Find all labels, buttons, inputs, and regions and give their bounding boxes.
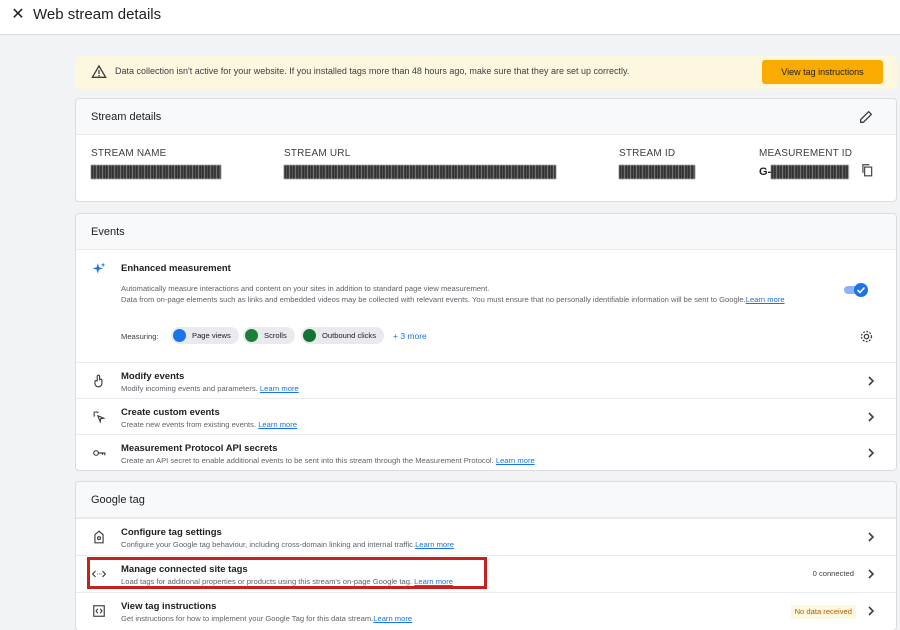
chip-label: Scrolls [264, 331, 287, 340]
top-bar: ✕ Web stream details [0, 0, 900, 35]
create-custom-events-row[interactable]: Create custom events Create new events f… [76, 398, 896, 434]
enhanced-measurement-row: Enhanced measurement Automatically measu… [76, 250, 896, 362]
redacted-value [284, 165, 556, 179]
desc-text: Load tags for additional properties or p… [121, 577, 413, 586]
redacted-value [91, 165, 221, 179]
copy-icon[interactable] [860, 163, 874, 177]
row-title: Enhanced measurement [121, 263, 231, 274]
stream-id-field: STREAM ID [619, 148, 695, 179]
row-desc: Automatically measure interactions and c… [121, 284, 490, 293]
chip-scrolls[interactable]: Scrolls [243, 327, 295, 344]
card-title: Google tag [76, 482, 896, 518]
banner-text: Data collection isn't active for your we… [115, 66, 630, 76]
modify-events-row[interactable]: Modify events Modify incoming events and… [76, 362, 896, 398]
desc-text: Data from on-page elements such as links… [121, 295, 746, 304]
view-tag-instructions-row[interactable]: View tag instructions Get instructions f… [76, 592, 896, 630]
row-desc: Data from on-page elements such as links… [121, 295, 785, 304]
stream-name-field: STREAM NAME [91, 148, 221, 179]
row-title: Measurement Protocol API secrets [121, 443, 278, 454]
chevron-right-icon[interactable] [866, 376, 876, 386]
chevron-right-icon[interactable] [866, 606, 876, 616]
card-title: Stream details [76, 99, 896, 135]
desc-text: Create an API secret to enable additiona… [121, 456, 494, 465]
redacted-value [619, 165, 695, 179]
sparkle-icon [92, 262, 106, 274]
row-desc: Configure your Google tag behaviour, inc… [121, 540, 454, 549]
desc-text: Get instructions for how to implement yo… [121, 614, 374, 623]
stream-url-field: STREAM URL [284, 148, 556, 179]
field-label: STREAM URL [284, 148, 351, 159]
row-title: Manage connected site tags [121, 564, 248, 575]
chip-outbound-clicks[interactable]: Outbound clicks [301, 327, 385, 344]
row-desc: Create new events from existing events. … [121, 420, 297, 429]
view-tag-instructions-button[interactable]: View tag instructions [762, 60, 883, 84]
measurement-protocol-row[interactable]: Measurement Protocol API secrets Create … [76, 434, 896, 471]
learn-more-link[interactable]: Learn more [373, 614, 412, 623]
chip-label: Page views [192, 331, 231, 340]
chevron-right-icon[interactable] [866, 448, 876, 458]
status-badge: No data received [790, 605, 856, 619]
row-title: Modify events [121, 371, 185, 382]
row-desc: Modify incoming events and parameters. L… [121, 384, 299, 393]
measurement-id-prefix: G- [759, 166, 772, 178]
desc-text: Configure your Google tag behaviour, inc… [121, 540, 416, 549]
scroll-icon [245, 329, 258, 342]
learn-more-link[interactable]: Learn more [258, 420, 297, 429]
row-desc: Get instructions for how to implement yo… [121, 614, 412, 623]
key-icon [93, 450, 106, 456]
row-title: Configure tag settings [121, 527, 222, 538]
touch-icon [94, 374, 103, 388]
configure-tag-settings-row[interactable]: Configure tag settings Configure your Go… [76, 518, 896, 555]
chip-label: Outbound clicks [322, 331, 377, 340]
connected-count: 0 connected [812, 569, 854, 578]
warning-banner: Data collection isn't active for your we… [75, 56, 897, 89]
learn-more-link[interactable]: Learn more [260, 384, 299, 393]
row-desc: Create an API secret to enable additiona… [121, 456, 535, 465]
code-arrows-icon [92, 570, 106, 578]
desc-text: Create new events from existing events. [121, 420, 257, 429]
row-title: View tag instructions [121, 601, 217, 612]
stream-details-card: Stream details STREAM NAME STREAM URL ST… [75, 98, 897, 202]
learn-more-link[interactable]: Learn more [746, 295, 785, 304]
enhanced-measurement-toggle[interactable] [844, 283, 868, 297]
edit-icon[interactable] [858, 109, 874, 125]
measuring-label: Measuring: [121, 332, 159, 341]
warning-icon [91, 64, 107, 78]
page-title: Web stream details [33, 6, 162, 23]
events-card: Events Enhanced measurement Automaticall… [75, 213, 897, 471]
field-label: STREAM NAME [91, 148, 167, 159]
manage-connected-site-tags-row[interactable]: Manage connected site tags Load tags for… [76, 555, 896, 592]
lock-icon [303, 329, 316, 342]
row-desc: Load tags for additional properties or p… [121, 577, 453, 586]
learn-more-link[interactable]: Learn more [415, 540, 454, 549]
learn-more-link[interactable]: Learn more [496, 456, 535, 465]
chevron-right-icon[interactable] [866, 532, 876, 542]
chevron-right-icon[interactable] [866, 412, 876, 422]
eye-icon [173, 329, 186, 342]
more-chips-link[interactable]: + 3 more [393, 331, 427, 341]
row-title: Create custom events [121, 407, 220, 418]
measurement-id-field: MEASUREMENT ID G- [759, 148, 852, 179]
learn-more-link[interactable]: Learn more [414, 577, 453, 586]
field-label: MEASUREMENT ID [759, 148, 853, 159]
chip-page-views[interactable]: Page views [171, 327, 239, 344]
click-sparkle-icon [93, 411, 106, 424]
code-box-icon [93, 605, 105, 617]
google-tag-card: Google tag Configure tag settings Config… [75, 481, 897, 630]
card-title: Events [76, 214, 896, 250]
redacted-value [771, 165, 850, 179]
close-icon[interactable]: ✕ [9, 6, 27, 24]
desc-text: Modify incoming events and parameters. [121, 384, 258, 393]
chevron-right-icon[interactable] [866, 569, 876, 579]
tag-settings-icon [94, 530, 104, 544]
settings-gear-icon[interactable] [859, 329, 874, 344]
field-label: STREAM ID [619, 148, 676, 159]
